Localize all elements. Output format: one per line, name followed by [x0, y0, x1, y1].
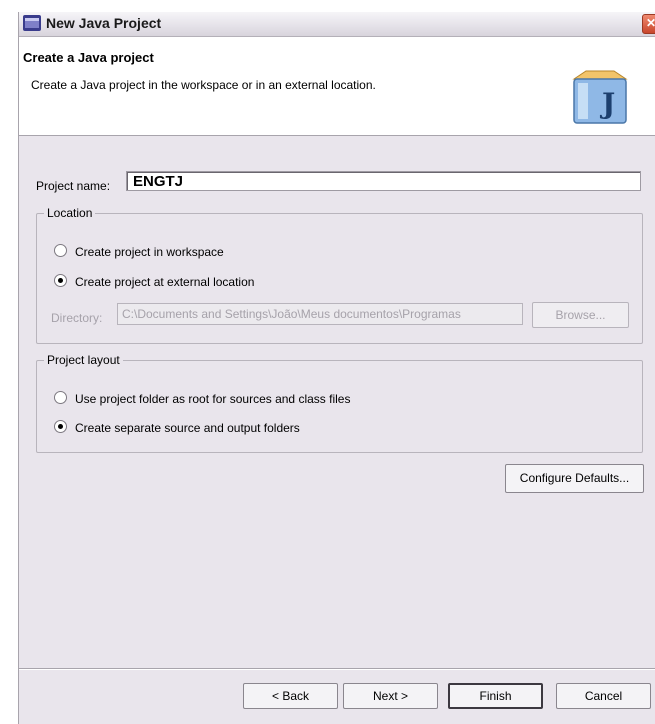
- radio-label: Create project in workspace: [75, 245, 224, 259]
- java-project-icon: J: [572, 70, 628, 124]
- project-layout-legend: Project layout: [47, 353, 120, 367]
- radio-button[interactable]: [54, 244, 67, 257]
- radio-button-selected[interactable]: [54, 274, 67, 287]
- radio-label: Create project at external location: [75, 275, 255, 289]
- directory-input[interactable]: C:\Documents and Settings\João\Meus docu…: [117, 303, 523, 325]
- wizard-body: Project name: ENGTJ Location Create proj…: [19, 136, 655, 668]
- wizard-title: Create a Java project: [23, 50, 154, 65]
- finish-button[interactable]: Finish: [448, 683, 543, 709]
- location-legend: Location: [47, 206, 93, 220]
- location-group: Location Create project in workspace Cre…: [36, 206, 643, 344]
- cancel-button[interactable]: Cancel: [556, 683, 651, 709]
- new-java-project-dialog: New Java Project ✕ Create a Java project…: [18, 12, 655, 724]
- title-bar: New Java Project ✕: [19, 12, 655, 37]
- radio-separate-source-output[interactable]: Create separate source and output folder…: [54, 420, 300, 435]
- configure-defaults-button[interactable]: Configure Defaults...: [505, 464, 644, 493]
- footer-separator: [19, 668, 655, 670]
- close-button[interactable]: ✕: [642, 14, 655, 34]
- project-name-input[interactable]: ENGTJ: [126, 171, 641, 191]
- project-layout-group: Project layout Use project folder as roo…: [36, 353, 643, 453]
- close-icon: ✕: [645, 16, 655, 30]
- directory-label: Directory:: [51, 311, 103, 325]
- project-name-label: Project name:: [36, 179, 111, 193]
- wizard-description: Create a Java project in the workspace o…: [31, 78, 376, 92]
- radio-label: Use project folder as root for sources a…: [75, 392, 351, 406]
- window-title: New Java Project: [46, 15, 162, 31]
- back-button[interactable]: < Back: [243, 683, 338, 709]
- radio-button-selected[interactable]: [54, 420, 67, 433]
- eclipse-app-icon: [23, 15, 41, 31]
- radio-create-in-workspace[interactable]: Create project in workspace: [54, 244, 224, 259]
- radio-button[interactable]: [54, 391, 67, 404]
- browse-button[interactable]: Browse...: [532, 302, 629, 328]
- radio-create-at-external-location[interactable]: Create project at external location: [54, 274, 254, 289]
- radio-label: Create separate source and output folder…: [75, 421, 300, 435]
- radio-project-folder-as-root[interactable]: Use project folder as root for sources a…: [54, 391, 350, 406]
- next-button[interactable]: Next >: [343, 683, 438, 709]
- wizard-header: Create a Java project Create a Java proj…: [19, 37, 655, 136]
- java-icon-letter: J: [599, 87, 615, 120]
